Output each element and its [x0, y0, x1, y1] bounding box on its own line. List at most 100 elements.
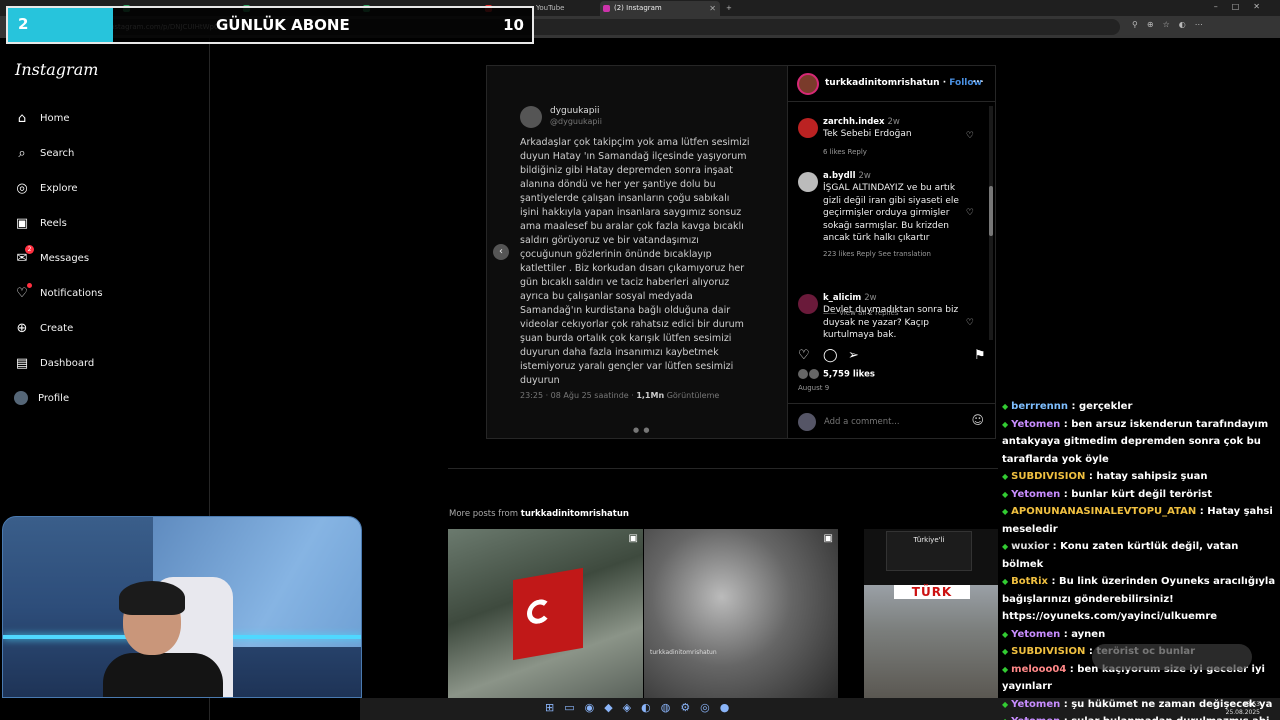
author-username[interactable]: turkkadinitomrishatun · Follow — [825, 78, 982, 88]
chat-username[interactable]: SUBDIVISION — [1011, 471, 1085, 482]
more-post-thumbnail[interactable]: ▣ — [448, 529, 643, 699]
post-date: August 9 — [798, 384, 830, 392]
goal-title: GÜNLÜK ABONE — [216, 16, 350, 34]
chat-message: ◆Yetomen : sular bulanmadan durulmazmış … — [1002, 713, 1280, 720]
instagram-logo[interactable]: Instagram — [15, 60, 98, 79]
search-icon: ⌕ — [18, 145, 26, 161]
add-comment-row: ☺ — [788, 403, 996, 438]
scrollbar-thumb[interactable] — [989, 186, 993, 236]
chat-username[interactable]: melooo04 — [1011, 664, 1066, 675]
chat-badge-icon: ◆ — [1002, 699, 1009, 709]
window-controls[interactable]: –□✕ — [1214, 2, 1274, 11]
chat-text: gerçekler — [1079, 401, 1133, 412]
sidebar-item-messages[interactable]: ✉ 2 Messages — [14, 245, 89, 270]
author-avatar[interactable] — [797, 73, 819, 95]
close-tab-icon[interactable]: ✕ — [709, 1, 716, 16]
sidebar-item-reels[interactable]: ▣ Reels — [14, 211, 67, 235]
thumbnail-banner: TÜRK — [894, 585, 970, 599]
chat-username[interactable]: berrrennn — [1011, 401, 1068, 412]
likes-count[interactable]: 5,759 likes — [798, 369, 875, 380]
instagram-favicon-icon — [603, 5, 610, 12]
comment-meta[interactable]: 6 likes Reply — [823, 148, 867, 156]
chat-message: ◆ Yetomen : ben arsuz iskenderun tarafınd… — [1002, 416, 1280, 469]
comment-meta[interactable]: 223 likes Reply See translation — [823, 250, 931, 258]
chat-badge-icon: ◆ — [1002, 489, 1009, 499]
tweet-avatar — [520, 106, 542, 128]
chat-badge-icon: ◆ — [1002, 507, 1009, 516]
sidebar-item-explore[interactable]: ◎ Explore — [14, 176, 77, 200]
post-actions: ♡ ◯ ➢ ⚑ — [798, 348, 988, 364]
comment: k_alicim 2w Devlet duymadıktan sonra biz… — [798, 293, 988, 341]
tweet-author-handle: @dyguukapii — [550, 117, 602, 126]
chat-overlay-toast — [1092, 644, 1252, 670]
like-comment-heart-icon[interactable]: ♡ — [966, 318, 974, 328]
messages-badge: 2 — [25, 245, 34, 254]
liker-avatar — [809, 369, 819, 379]
chat-username[interactable]: BotRix — [1011, 576, 1048, 587]
reels-icon: ▣ — [15, 215, 29, 231]
chat-username[interactable]: Yetomen — [1011, 629, 1060, 640]
comment-avatar[interactable] — [798, 118, 818, 138]
comment-username[interactable]: a.bydll — [823, 171, 856, 181]
chat-username[interactable]: Yetomen — [1011, 699, 1060, 710]
like-heart-icon[interactable]: ♡ — [798, 348, 810, 363]
chat-message: ◆ Yetomen : aynen — [1002, 626, 1280, 644]
compass-icon: ◎ — [16, 180, 28, 196]
chat-username[interactable]: Yetomen — [1011, 489, 1060, 500]
chat-username[interactable]: Yetomen — [1011, 419, 1060, 430]
comment-text: Devlet duymadıktan sonra biz duysak ne y… — [823, 305, 959, 340]
chat-badge-icon: ◆ — [1002, 647, 1009, 656]
chat-username[interactable]: Yetomen — [1011, 716, 1060, 720]
comment-username[interactable]: zarchh.index — [823, 117, 885, 127]
new-tab-button[interactable]: + — [724, 1, 738, 16]
comment-avatar[interactable] — [798, 172, 818, 192]
chat-text: şu hükümet ne zaman değişecek ya — [1071, 698, 1273, 710]
chat-badge-icon: ◆ — [1002, 664, 1009, 674]
more-options-icon[interactable]: ⋯ — [972, 74, 984, 88]
post-sidebar: turkkadinitomrishatun · Follow ⋯ zarchh.… — [787, 66, 996, 438]
post-media: dyguukapii @dyguukapii Arkadaşlar çok ta… — [487, 66, 787, 438]
chat-text: bunlar kürt değil terörist — [1071, 488, 1213, 500]
current-user-avatar — [798, 413, 816, 431]
like-comment-heart-icon[interactable]: ♡ — [966, 131, 974, 141]
browser-tab-instagram[interactable]: (2) Instagram ✕ — [600, 1, 720, 16]
plus-icon: ⊕ — [16, 320, 28, 336]
save-bookmark-icon[interactable]: ⚑ — [974, 348, 986, 363]
chat-username[interactable]: SUBDIVISION — [1011, 646, 1085, 657]
like-comment-heart-icon[interactable]: ♡ — [966, 208, 974, 218]
chat-badge-icon: ◆ — [1002, 577, 1009, 586]
thumbnail-caption: turkkadinitomrishatun — [650, 649, 717, 656]
post-header: turkkadinitomrishatun · Follow ⋯ — [788, 66, 996, 102]
reel-icon: ▣ — [628, 533, 638, 544]
sidebar-item-notifications[interactable]: ♡ Notifications — [14, 281, 103, 305]
chat-badge-icon: ◆ — [1002, 402, 1009, 411]
comment-avatar[interactable] — [798, 294, 818, 314]
heart-icon: ♡ — [14, 283, 32, 301]
more-post-thumbnail[interactable]: ▣ turkkadinitomrishatun — [644, 529, 838, 699]
dashboard-icon: ▤ — [15, 355, 29, 371]
previous-slide-button[interactable]: ‹ — [493, 244, 509, 260]
sidebar-item-search[interactable]: ⌕ Search — [14, 141, 74, 165]
more-post-thumbnail[interactable]: Türkiye'li TÜRK — [864, 529, 998, 699]
sidebar-item-dashboard[interactable]: ▤ Dashboard — [14, 351, 94, 375]
browser-toolbar-icons[interactable]: ⚲⊕☆◐⋯ — [1132, 20, 1212, 29]
sidebar-item-profile[interactable]: Profile — [14, 386, 69, 410]
taskbar-app-icons[interactable]: ⊞▭◉◆◈◐◍⚙◎● — [545, 701, 739, 714]
sidebar-item-home[interactable]: ⌂ Home — [14, 106, 70, 130]
notification-dot — [27, 283, 32, 288]
tweet-meta: 23:25 · 08 Ağu 25 saatinde · 1,1Mn Görün… — [520, 391, 720, 400]
chat-message: ◆ berrrennn : gerçekler — [1002, 398, 1280, 416]
chat-username[interactable]: wuxior — [1011, 541, 1049, 552]
comment-username[interactable]: k_alicim — [823, 293, 861, 303]
chat-username[interactable]: APONUNANASINALEVTOPU_ATAN — [1011, 506, 1196, 517]
goal-current: 2 — [18, 15, 29, 33]
chat-badge-icon: ◆ — [1002, 542, 1009, 551]
emoji-icon[interactable]: ☺ — [971, 413, 984, 427]
chat-badge-icon: ◆ — [1002, 472, 1009, 481]
share-send-icon[interactable]: ➢ — [848, 348, 859, 363]
add-comment-input[interactable] — [824, 413, 964, 431]
comments-scrollbar[interactable] — [989, 106, 993, 340]
chat-message: ◆ SUBDIVISION : hatay sahipsiz şuan — [1002, 468, 1280, 486]
comment-bubble-icon[interactable]: ◯ — [823, 348, 838, 363]
sidebar-item-create[interactable]: ⊕ Create — [14, 316, 74, 340]
